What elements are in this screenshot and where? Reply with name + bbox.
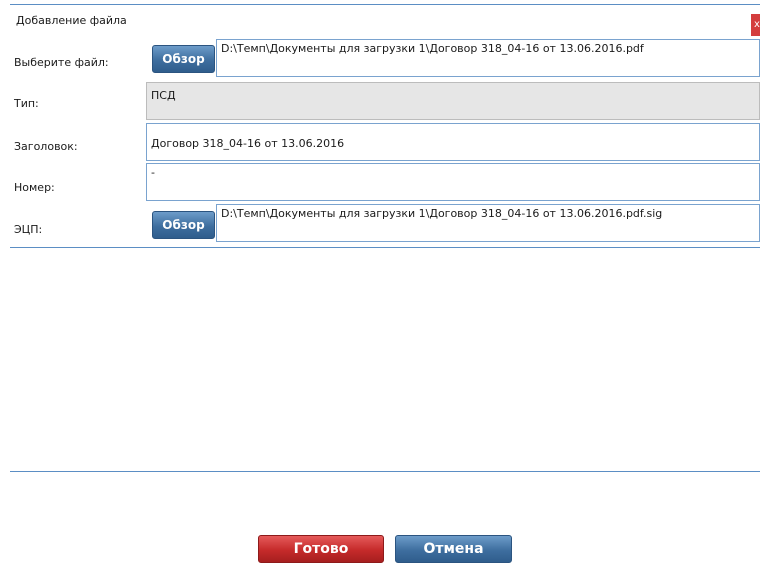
file-path-field[interactable]: D:\Темп\Документы для загрузки 1\Договор…: [216, 39, 760, 77]
close-button[interactable]: x: [751, 14, 760, 36]
type-field: ПСД: [146, 82, 760, 120]
dialog-title: Добавление файла: [16, 14, 127, 27]
signature-browse-button[interactable]: Обзор: [152, 211, 215, 239]
cancel-button[interactable]: Отмена: [395, 535, 512, 563]
file-browse-button[interactable]: Обзор: [152, 45, 215, 73]
type-label: Тип:: [14, 97, 39, 110]
footer-separator: [10, 471, 760, 472]
form-bottom-separator: [10, 247, 760, 248]
done-button[interactable]: Готово: [258, 535, 384, 563]
number-field[interactable]: -: [146, 163, 760, 201]
signature-path-field[interactable]: D:\Темп\Документы для загрузки 1\Договор…: [216, 204, 760, 242]
heading-label: Заголовок:: [14, 140, 78, 153]
signature-label: ЭЦП:: [14, 223, 43, 236]
number-label: Номер:: [14, 181, 55, 194]
file-label: Выберите файл:: [14, 56, 109, 69]
heading-field[interactable]: Договор 318_04-16 от 13.06.2016: [146, 123, 760, 161]
dialog-top-border: [10, 4, 760, 5]
